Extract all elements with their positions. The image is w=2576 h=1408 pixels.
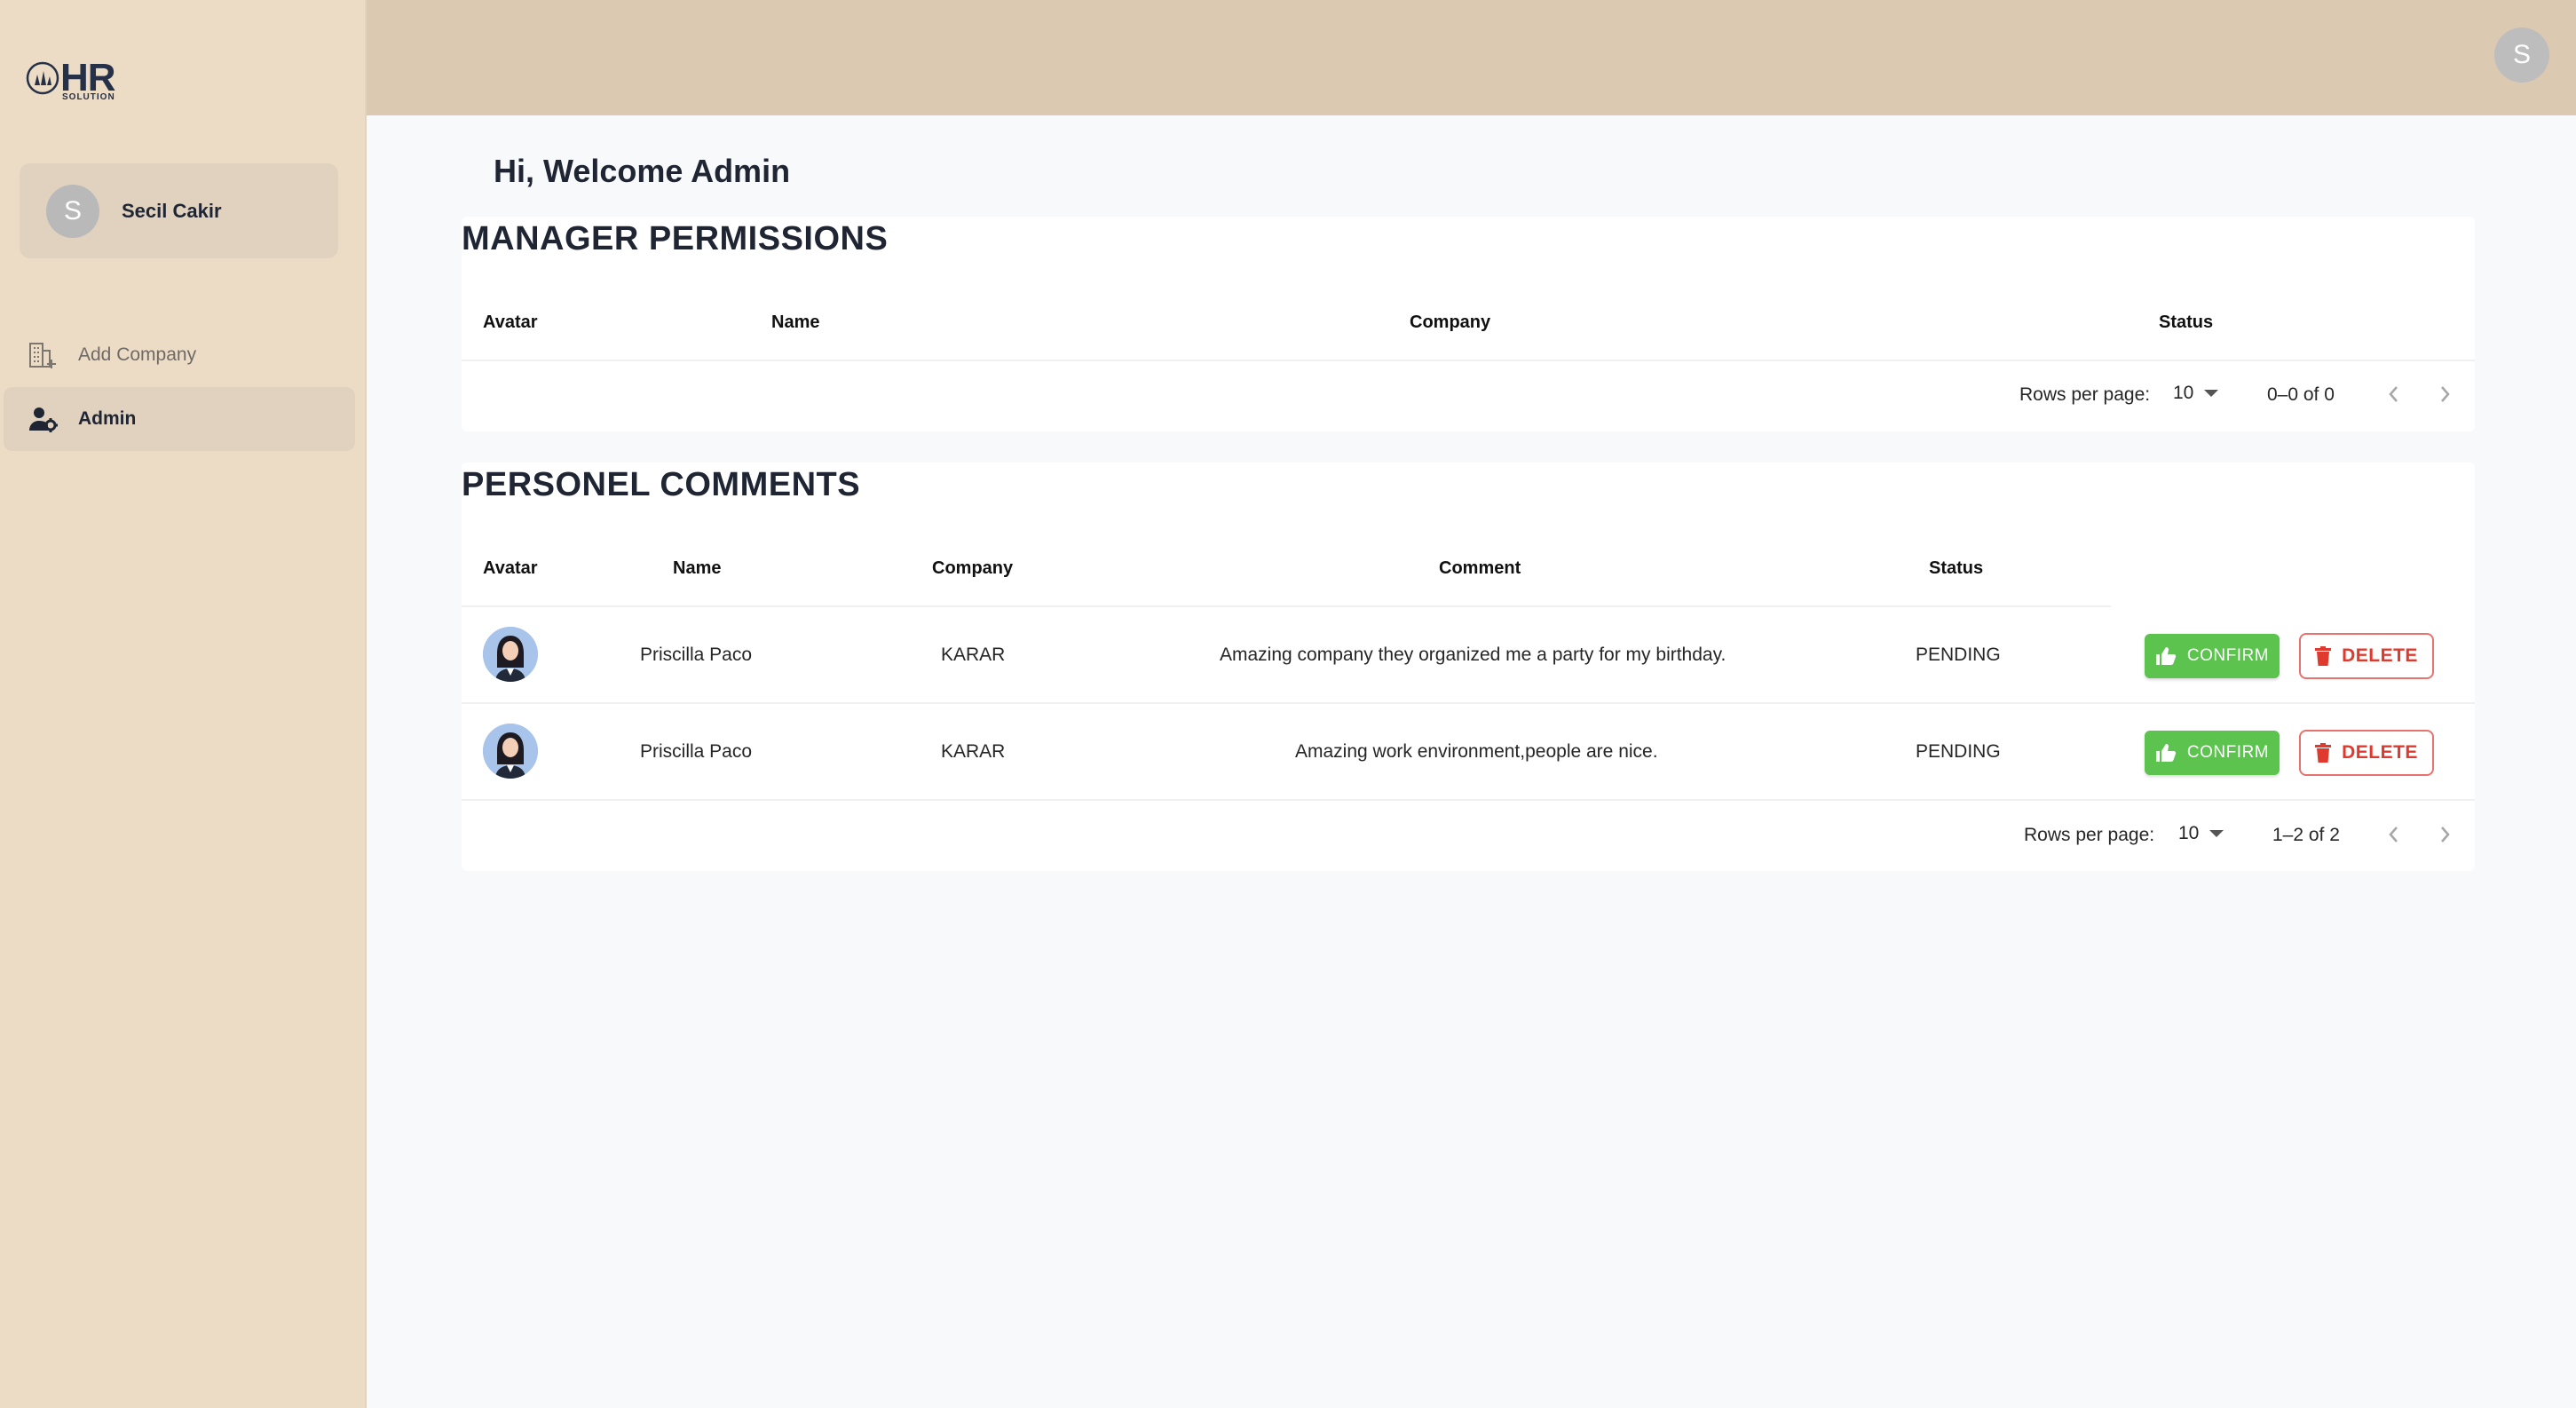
building-add-icon [25, 337, 60, 373]
trash-icon [2315, 646, 2332, 666]
chevron-left-icon [2389, 386, 2398, 402]
column-header-avatar[interactable]: Avatar [483, 558, 538, 579]
trash-icon [2315, 743, 2332, 763]
column-header-name[interactable]: Name [673, 558, 721, 579]
chevron-right-icon [2441, 827, 2450, 842]
rows-per-page-value: 10 [2178, 823, 2200, 843]
avatar [483, 627, 538, 682]
user-name: Secil Cakir [122, 199, 222, 222]
personel-comments-panel: PERSONEL COMMENTS Avatar Name Company Co… [462, 463, 2475, 871]
rows-per-page-value: 10 [2173, 383, 2194, 403]
rows-per-page-label: Rows per page: [2019, 384, 2151, 405]
page-title: Hi, Welcome Admin [494, 153, 791, 189]
previous-page-button[interactable] [2380, 381, 2406, 407]
sidebar-item-label: Admin [78, 408, 137, 429]
column-header-company[interactable]: Company [932, 558, 1013, 579]
delete-label: DELETE [2342, 645, 2418, 666]
cell-status: PENDING [1916, 645, 2001, 665]
caret-down-icon [2209, 830, 2224, 837]
manager-permissions-panel: MANAGER PERMISSIONS Avatar Name Company … [462, 217, 2475, 431]
thumbs-up-icon [2155, 647, 2177, 665]
app-logo[interactable]: HR SOLUTION [25, 53, 116, 103]
person-avatar-icon [483, 724, 538, 779]
avatar [483, 724, 538, 779]
delete-label: DELETE [2342, 742, 2418, 763]
thumbs-up-icon [2155, 744, 2177, 762]
delete-button[interactable]: DELETE [2299, 730, 2434, 776]
divider [462, 360, 2475, 361]
top-bar: S [367, 0, 2576, 115]
sidebar-item-add-company[interactable]: Add Company [4, 323, 355, 387]
person-avatar-icon [483, 627, 538, 682]
divider [462, 605, 2111, 607]
column-header-status[interactable]: Status [2159, 312, 2213, 333]
confirm-button[interactable]: CONFIRM [2145, 731, 2280, 775]
divider [462, 702, 2475, 704]
cell-company: KARAR [941, 645, 1006, 665]
chevron-left-icon [2389, 827, 2398, 842]
column-header-company[interactable]: Company [1410, 312, 1490, 333]
confirm-label: CONFIRM [2186, 646, 2270, 665]
rows-per-page-label: Rows per page: [2024, 825, 2155, 845]
profile-avatar-button[interactable]: S [2494, 28, 2549, 83]
avatar: S [46, 184, 99, 238]
next-page-button[interactable] [2432, 381, 2459, 407]
column-header-name[interactable]: Name [771, 312, 819, 333]
sidebar-item-label: Add Company [78, 344, 197, 365]
cell-status: PENDING [1916, 741, 2001, 762]
sidebar: HR SOLUTION S Secil Cakir Add Company Ad… [0, 0, 367, 1408]
cell-name: Priscilla Paco [640, 741, 753, 762]
pagination-range: 1–2 of 2 [2272, 825, 2340, 845]
delete-button[interactable]: DELETE [2299, 633, 2434, 679]
logo-subtext: SOLUTION [62, 92, 115, 102]
next-page-button[interactable] [2432, 821, 2459, 848]
sidebar-item-admin[interactable]: Admin [4, 387, 355, 451]
logo-emblem-icon [26, 61, 59, 95]
cell-comment: Amazing company they organized me a part… [1220, 645, 1727, 665]
column-header-status[interactable]: Status [1929, 558, 1983, 579]
caret-down-icon [2204, 390, 2219, 397]
divider [462, 799, 2475, 801]
confirm-label: CONFIRM [2186, 743, 2270, 762]
cell-name: Priscilla Paco [640, 645, 753, 665]
rows-per-page-select[interactable]: 10 [2173, 383, 2219, 404]
section-title: PERSONEL COMMENTS [462, 466, 861, 503]
column-header-avatar[interactable]: Avatar [483, 312, 538, 333]
cell-company: KARAR [941, 741, 1006, 762]
users-gear-icon [25, 401, 60, 437]
rows-per-page-select[interactable]: 10 [2178, 823, 2224, 844]
pagination-range: 0–0 of 0 [2267, 384, 2335, 405]
cell-comment: Amazing work environment,people are nice… [1295, 741, 1658, 762]
confirm-button[interactable]: CONFIRM [2145, 634, 2280, 678]
chevron-right-icon [2441, 386, 2450, 402]
column-header-comment[interactable]: Comment [1439, 558, 1521, 579]
section-title: MANAGER PERMISSIONS [462, 220, 889, 257]
previous-page-button[interactable] [2380, 821, 2406, 848]
user-card[interactable]: S Secil Cakir [20, 163, 338, 258]
